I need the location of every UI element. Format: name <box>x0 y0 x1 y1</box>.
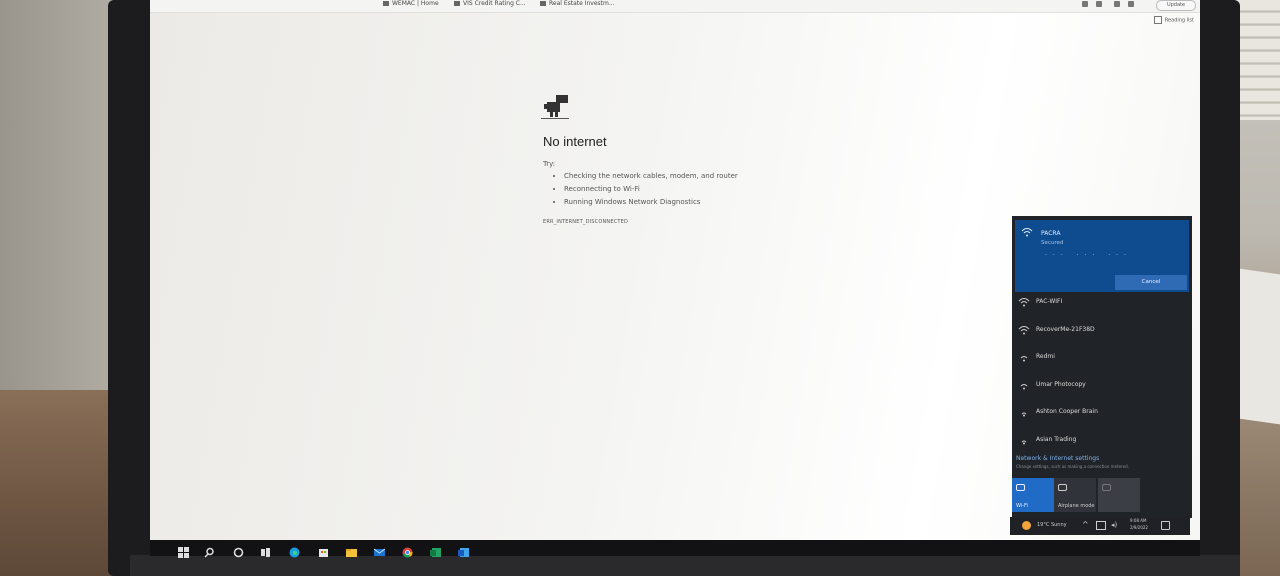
reading-list-icon <box>1153 16 1162 24</box>
connecting-progress: ... ... ... <box>1045 250 1132 257</box>
bookmark-icon <box>454 1 460 6</box>
bookmark-icon <box>540 1 546 6</box>
network-item[interactable]: Asian Trading <box>1012 428 1192 454</box>
cancel-button[interactable]: Cancel <box>1115 275 1187 290</box>
network-settings-link[interactable]: Network & Internet settings <box>1016 455 1099 462</box>
dinosaur-icon[interactable] <box>541 95 569 119</box>
laptop-hinge <box>130 555 1240 576</box>
chevron-up-icon[interactable]: ^ <box>1082 520 1089 529</box>
chrome-icon[interactable] <box>402 543 413 558</box>
update-button[interactable]: Update <box>1156 0 1196 11</box>
file-explorer-icon[interactable] <box>346 543 357 557</box>
airplane-mode-toggle[interactable]: Airplane mode <box>1054 478 1096 512</box>
taskbar <box>150 540 1200 558</box>
network-name: Asian Trading <box>1036 436 1077 443</box>
star-icon[interactable] <box>1096 1 1102 7</box>
clock-date[interactable]: 2/9/2022 <box>1130 525 1148 530</box>
bookmark-vis[interactable]: VIS Credit Rating C... <box>454 0 526 7</box>
network-item[interactable]: PAC-WIFI <box>1012 290 1192 316</box>
task-view-icon[interactable] <box>260 543 271 557</box>
network-status: Secured <box>1041 240 1064 246</box>
wifi-icon <box>1018 326 1030 335</box>
excel-icon[interactable] <box>430 543 441 557</box>
extension-icon[interactable] <box>1082 1 1088 7</box>
network-item[interactable]: RecoverMe-21F38D <box>1012 318 1192 344</box>
suggestion-item-diagnostics[interactable]: Running Windows Network Diagnostics <box>564 198 738 206</box>
start-icon[interactable] <box>178 543 189 558</box>
notification-icon[interactable] <box>1161 521 1170 530</box>
network-name: Umar Photocopy <box>1036 381 1086 388</box>
weather-text[interactable]: 19°C Sunny <box>1037 522 1067 528</box>
system-tray: 19°C Sunny ^ ◂) 9:08 AM 2/9/2022 <box>1010 517 1190 535</box>
puzzle-icon[interactable] <box>1114 1 1120 7</box>
wifi-toggle[interactable]: Wi-Fi <box>1012 478 1054 512</box>
suggestion-item: Reconnecting to Wi-Fi <box>564 185 738 193</box>
connecting-network[interactable]: PACRA Secured ... ... ... Cancel <box>1015 220 1189 292</box>
store-icon[interactable] <box>318 543 329 557</box>
network-item[interactable]: Redmi <box>1012 345 1192 371</box>
mail-icon[interactable] <box>373 543 386 556</box>
wifi-icon <box>1020 384 1028 390</box>
cortana-icon[interactable] <box>233 543 244 558</box>
network-name: RecoverMe-21F38D <box>1036 326 1095 333</box>
network-name: PAC-WIFI <box>1036 298 1063 305</box>
wifi-flyout: PACRA Secured ... ... ... Cancel PAC-WIF… <box>1012 216 1192 518</box>
mobile-hotspot-toggle[interactable] <box>1098 478 1140 512</box>
wifi-icon <box>1020 356 1028 362</box>
edge-icon[interactable] <box>289 543 300 558</box>
network-name: Ashton Cooper Brain <box>1036 408 1098 415</box>
wifi-secured-icon <box>1021 228 1033 237</box>
bookmark-icon <box>383 1 389 6</box>
suggestion-list: Checking the network cables, modem, and … <box>554 172 738 211</box>
network-icon[interactable] <box>1096 521 1106 530</box>
network-settings-description: Change settings, such as making a connec… <box>1016 464 1129 469</box>
bookmark-wemac[interactable]: WEMAC | Home <box>383 0 439 7</box>
network-name: PACRA <box>1041 230 1061 237</box>
weather-icon[interactable] <box>1022 521 1031 530</box>
wifi-icon <box>1018 298 1030 307</box>
profile-icon[interactable] <box>1128 1 1134 7</box>
network-item[interactable]: Umar Photocopy <box>1012 373 1192 399</box>
network-item[interactable]: Ashton Cooper Brain <box>1012 400 1192 426</box>
volume-icon[interactable]: ◂) <box>1111 521 1117 529</box>
wifi-icon <box>1016 484 1025 491</box>
reading-list-button[interactable]: Reading list <box>1153 16 1194 24</box>
word-icon[interactable] <box>458 543 469 557</box>
airplane-icon <box>1058 484 1067 491</box>
search-icon[interactable] <box>204 543 215 558</box>
network-name: Redmi <box>1036 353 1055 360</box>
try-label: Try: <box>543 160 556 168</box>
hotspot-icon <box>1102 484 1111 491</box>
error-title: No internet <box>543 134 607 149</box>
wifi-icon <box>1021 412 1027 417</box>
error-code: ERR_INTERNET_DISCONNECTED <box>543 219 629 225</box>
suggestion-item: Checking the network cables, modem, and … <box>564 172 738 180</box>
bookmarks-bar: WEMAC | Home VIS Credit Rating C... Real… <box>150 0 1200 13</box>
clock-time[interactable]: 9:08 AM <box>1130 518 1146 523</box>
wifi-icon <box>1021 440 1027 445</box>
bookmark-real-estate[interactable]: Real Estate Investm... <box>540 0 615 7</box>
